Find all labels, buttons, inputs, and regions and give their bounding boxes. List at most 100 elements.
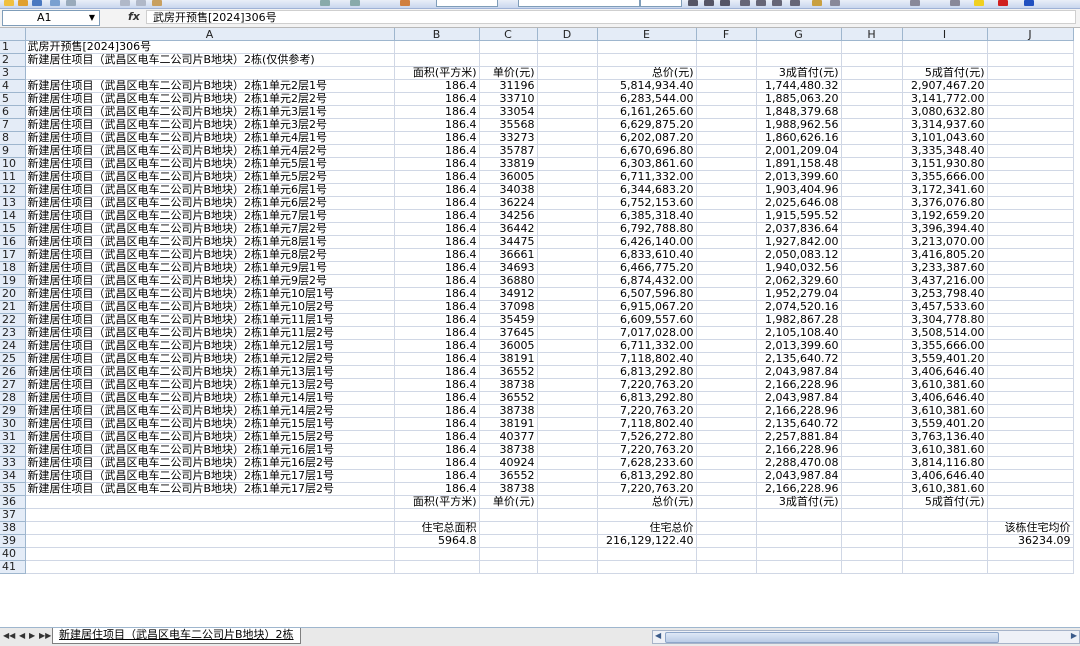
cell-b[interactable]: 186.4 xyxy=(394,274,480,288)
cell-e[interactable]: 总价(元) xyxy=(597,66,697,80)
cell-a[interactable] xyxy=(25,521,395,535)
cell-i[interactable]: 3,610,381.60 xyxy=(902,482,988,496)
cell-e[interactable] xyxy=(597,40,697,54)
row-header[interactable]: 7 xyxy=(0,118,26,132)
cell-f[interactable] xyxy=(696,170,757,184)
cell-i[interactable]: 3,355,666.00 xyxy=(902,339,988,353)
cell-g[interactable]: 2,074,520.16 xyxy=(756,300,842,314)
cell-g[interactable]: 2,043,987.84 xyxy=(756,391,842,405)
cell-j[interactable] xyxy=(987,40,1074,54)
column-header-j[interactable]: J xyxy=(987,28,1074,41)
open-icon[interactable] xyxy=(18,0,28,6)
font-color-icon[interactable] xyxy=(998,0,1008,6)
cell-a[interactable]: 新建居住项目（武昌区电车二公司片B地块）2栋1单元7层2号 xyxy=(25,222,395,236)
row-header[interactable]: 29 xyxy=(0,404,26,418)
align-left-icon[interactable] xyxy=(740,0,750,6)
cell-f[interactable] xyxy=(696,378,757,392)
cell-i[interactable] xyxy=(902,40,988,54)
cell-a[interactable] xyxy=(25,534,395,548)
cell-c[interactable]: 34475 xyxy=(479,235,538,249)
cell-b[interactable]: 186.4 xyxy=(394,287,480,301)
cell-b[interactable]: 186.4 xyxy=(394,235,480,249)
cell-h[interactable] xyxy=(841,352,903,366)
cell-d[interactable] xyxy=(537,482,598,496)
cell-d[interactable] xyxy=(537,105,598,119)
cell-f[interactable] xyxy=(696,235,757,249)
save-icon[interactable] xyxy=(32,0,42,6)
cell-f[interactable] xyxy=(696,79,757,93)
cell-e[interactable]: 6,915,067.20 xyxy=(597,300,697,314)
cell-g[interactable]: 2,025,646.08 xyxy=(756,196,842,210)
cell-f[interactable] xyxy=(696,430,757,444)
row-header[interactable]: 8 xyxy=(0,131,26,145)
cell-a[interactable] xyxy=(25,547,395,561)
cell-h[interactable] xyxy=(841,391,903,405)
row-header[interactable]: 27 xyxy=(0,378,26,392)
cell-j[interactable] xyxy=(987,248,1074,262)
next-sheet-icon[interactable]: ▶ xyxy=(29,631,35,640)
cell-h[interactable] xyxy=(841,365,903,379)
cell-f[interactable] xyxy=(696,456,757,470)
cell-e[interactable]: 6,752,153.60 xyxy=(597,196,697,210)
cell-e[interactable]: 6,813,292.80 xyxy=(597,469,697,483)
cell-d[interactable] xyxy=(537,287,598,301)
cell-c[interactable]: 36005 xyxy=(479,339,538,353)
cell-e[interactable]: 6,833,610.40 xyxy=(597,248,697,262)
cell-h[interactable] xyxy=(841,248,903,262)
cell-i[interactable]: 3,335,348.40 xyxy=(902,144,988,158)
cell-c[interactable]: 34912 xyxy=(479,287,538,301)
cell-h[interactable] xyxy=(841,144,903,158)
cell-h[interactable] xyxy=(841,508,903,522)
row-header[interactable]: 16 xyxy=(0,235,26,249)
cell-j[interactable] xyxy=(987,456,1074,470)
cell-g[interactable] xyxy=(756,521,842,535)
cell-f[interactable] xyxy=(696,53,757,67)
cell-e[interactable]: 6,670,696.80 xyxy=(597,144,697,158)
cell-j[interactable] xyxy=(987,235,1074,249)
preview-icon[interactable] xyxy=(66,0,76,6)
row-header[interactable]: 26 xyxy=(0,365,26,379)
cell-h[interactable] xyxy=(841,235,903,249)
cell-h[interactable] xyxy=(841,157,903,171)
cell-g[interactable]: 1,988,962.56 xyxy=(756,118,842,132)
cell-b[interactable]: 186.4 xyxy=(394,326,480,340)
cell-c[interactable]: 36552 xyxy=(479,391,538,405)
cell-a[interactable]: 新建居住项目（武昌区电车二公司片B地块）2栋1单元15层1号 xyxy=(25,417,395,431)
cell-d[interactable] xyxy=(537,456,598,470)
cell-f[interactable] xyxy=(696,66,757,80)
cell-e[interactable]: 7,220,763.20 xyxy=(597,443,697,457)
cell-b[interactable]: 186.4 xyxy=(394,157,480,171)
cell-b[interactable]: 186.4 xyxy=(394,222,480,236)
cell-i[interactable] xyxy=(902,547,988,561)
cell-c[interactable]: 38738 xyxy=(479,443,538,457)
cell-b[interactable]: 186.4 xyxy=(394,144,480,158)
cell-a[interactable]: 新建居住项目（武昌区电车二公司片B地块）2栋1单元5层1号 xyxy=(25,157,395,171)
cell-i[interactable]: 3,763,136.40 xyxy=(902,430,988,444)
cell-e[interactable] xyxy=(597,53,697,67)
cell-j[interactable] xyxy=(987,495,1074,509)
cell-h[interactable] xyxy=(841,326,903,340)
cell-c[interactable]: 33273 xyxy=(479,131,538,145)
cell-i[interactable] xyxy=(902,560,988,574)
cell-c[interactable] xyxy=(479,560,538,574)
row-header[interactable]: 40 xyxy=(0,547,26,561)
cell-h[interactable] xyxy=(841,469,903,483)
cell-a[interactable] xyxy=(25,560,395,574)
cell-g[interactable]: 2,043,987.84 xyxy=(756,365,842,379)
cell-g[interactable]: 2,013,399.60 xyxy=(756,170,842,184)
underline-icon[interactable] xyxy=(720,0,730,6)
cell-c[interactable]: 单价(元) xyxy=(479,495,538,509)
cell-h[interactable] xyxy=(841,66,903,80)
cell-c[interactable]: 31196 xyxy=(479,79,538,93)
row-header[interactable]: 35 xyxy=(0,482,26,496)
cell-a[interactable]: 新建居住项目（武昌区电车二公司片B地块）2栋1单元10层1号 xyxy=(25,287,395,301)
cell-c[interactable]: 38738 xyxy=(479,404,538,418)
row-header[interactable]: 13 xyxy=(0,196,26,210)
cell-c[interactable] xyxy=(479,40,538,54)
cell-d[interactable] xyxy=(537,508,598,522)
cell-h[interactable] xyxy=(841,443,903,457)
cell-i[interactable]: 3,233,387.60 xyxy=(902,261,988,275)
cell-g[interactable]: 2,166,228.96 xyxy=(756,378,842,392)
cell-d[interactable] xyxy=(537,365,598,379)
font-name-box[interactable] xyxy=(518,0,640,7)
